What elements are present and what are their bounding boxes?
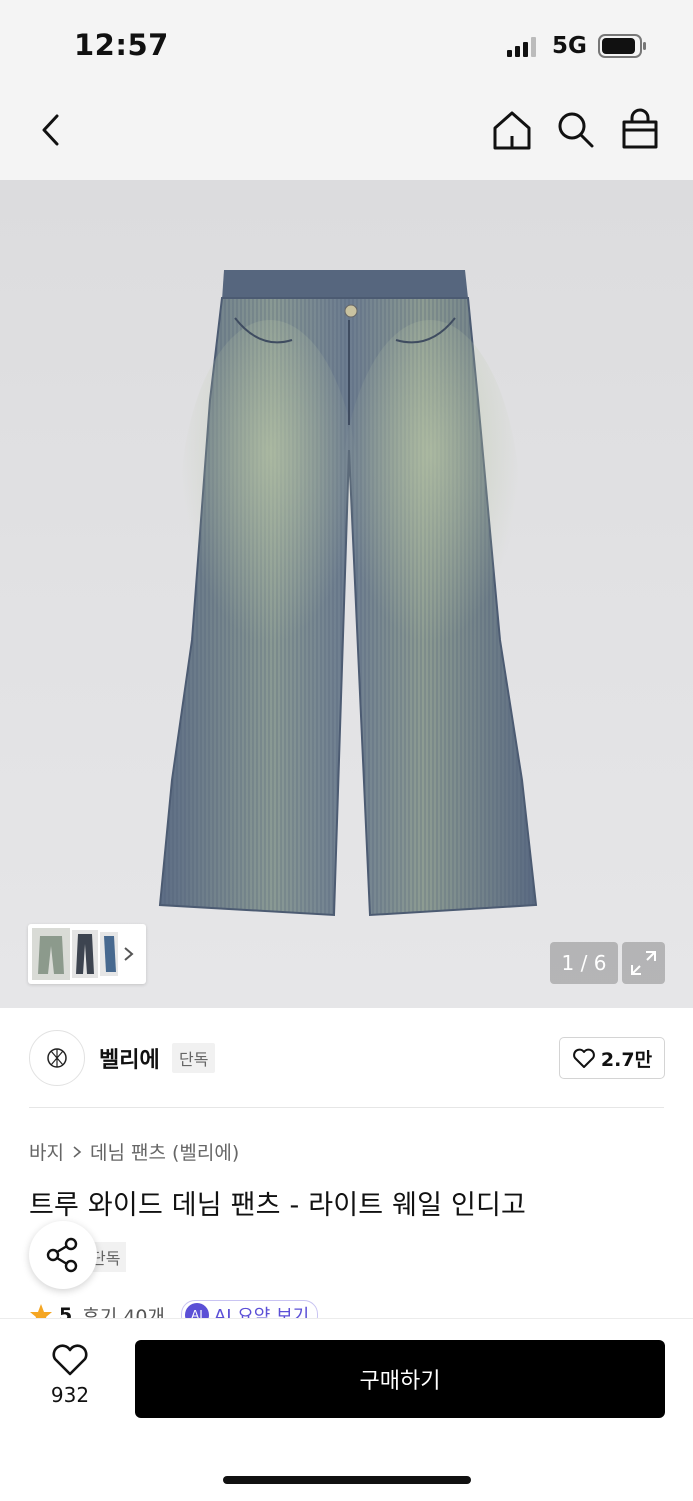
brand-exclusive-badge: 단독: [172, 1043, 216, 1073]
product-image-gallery[interactable]: [0, 180, 693, 1008]
heart-icon: [52, 1344, 88, 1376]
thumbnail-images: [32, 928, 134, 980]
review-count-link[interactable]: 후기 40개: [82, 1302, 165, 1319]
brand-logo[interactable]: [29, 1030, 85, 1086]
heart-icon: [573, 1048, 595, 1068]
divider: [29, 1107, 664, 1108]
ai-summary-label: AI 요약 보기: [213, 1306, 310, 1318]
brand-like-count: 2.7만: [600, 1048, 653, 1071]
expand-button[interactable]: [622, 942, 665, 984]
share-button[interactable]: [29, 1221, 97, 1289]
brand-name[interactable]: 벨리에: [99, 1042, 160, 1074]
rating-score: 5: [59, 1304, 73, 1318]
product-image-jeans: [158, 270, 538, 917]
brand-like-button[interactable]: 2.7만: [559, 1037, 665, 1079]
ai-summary-button[interactable]: AI AI 요약 보기: [180, 1300, 319, 1318]
breadcrumb: 바지 데님 팬츠 (벨리에): [29, 1138, 239, 1165]
status-time: 12:57: [74, 28, 169, 62]
thumbnail-strip[interactable]: [28, 924, 146, 984]
network-label: 5G: [552, 33, 587, 59]
ai-icon: AI: [184, 1303, 209, 1318]
chevron-right-icon: [73, 1145, 82, 1158]
product-title: 트루 와이드 데님 팬츠 - 라이트 웨일 인디고: [29, 1190, 527, 1221]
chevron-right-icon: [124, 947, 134, 961]
breadcrumb-category[interactable]: 바지: [29, 1138, 64, 1165]
share-icon: [46, 1237, 78, 1273]
battery-icon: [598, 34, 646, 58]
expand-icon: [631, 951, 656, 975]
wishlist-button[interactable]: 932: [35, 1343, 105, 1407]
home-indicator: [223, 1476, 471, 1484]
image-counter: 1 / 6: [550, 942, 618, 984]
search-icon[interactable]: [556, 110, 596, 150]
brand-logo-icon: [47, 1048, 67, 1068]
star-icon: [30, 1304, 52, 1318]
wishlist-count: 932: [50, 1383, 90, 1407]
signal-icon: [507, 37, 536, 57]
navigation-bar: [0, 90, 693, 180]
home-icon[interactable]: [492, 110, 532, 150]
rating-row: 5 후기 40개 AI AI 요약 보기: [29, 1298, 429, 1318]
back-icon[interactable]: [38, 112, 64, 148]
breadcrumb-subcategory[interactable]: 데님 팬츠 (벨리에): [90, 1138, 239, 1165]
buy-button[interactable]: 구매하기: [135, 1340, 665, 1418]
shopping-bag-icon[interactable]: [620, 108, 660, 150]
